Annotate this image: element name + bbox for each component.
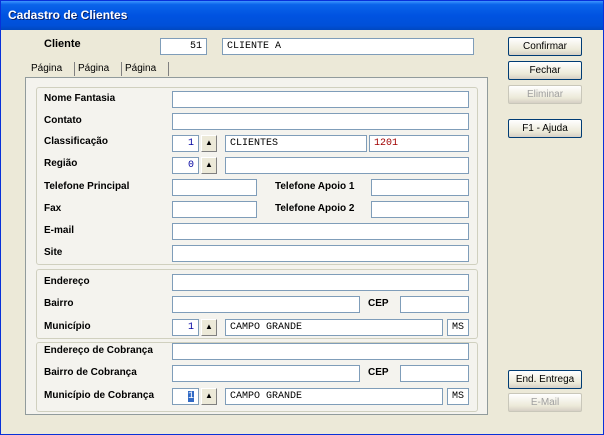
cliente-code-field[interactable]: 51 [160,38,207,55]
classificacao-code-field[interactable]: 1 [172,135,199,152]
window-title: Cadastro de Clientes [8,8,128,22]
ajuda-label: F1 - Ajuda [522,123,568,134]
up-arrow-icon: ▲ [205,160,213,169]
fax-label: Fax [44,203,62,214]
endereco-field[interactable] [172,274,469,291]
regiao-code-field[interactable]: 0 [172,157,199,174]
cadastro-clientes-window: Cadastro de Clientes Cliente 51 CLIENTE … [0,0,604,435]
end-entrega-label: End. Entrega [515,374,575,385]
telefone-apoio2-field[interactable] [371,201,469,218]
tab-separator [168,62,169,76]
municipio-cobranca-label: Município de Cobrança [44,390,155,401]
cep-field[interactable] [400,296,469,313]
email-button-label: E-Mail [530,397,560,408]
end-entrega-button[interactable]: End. Entrega [508,370,582,389]
fechar-button[interactable]: Fechar [508,61,582,80]
title-bar[interactable]: Cadastro de Clientes [1,1,603,30]
tab-pagina-2[interactable]: Página 2 [75,60,112,91]
telefone-apoio1-field[interactable] [371,179,469,196]
regiao-lookup-button[interactable]: ▲ [201,157,217,174]
municipio-code-field[interactable]: 1 [172,319,199,336]
email-label: E-mail [44,225,75,236]
municipio-cobranca-name-field[interactable]: CAMPO GRANDE [225,388,443,405]
municipio-label: Município [44,321,91,332]
telefone-apoio2-label: Telefone Apoio 2 [275,203,355,214]
municipio-name-field[interactable]: CAMPO GRANDE [225,319,443,336]
bairro-cobranca-field[interactable] [172,365,360,382]
telefone-apoio1-label: Telefone Apoio 1 [275,181,355,192]
regiao-name-field[interactable] [225,157,469,174]
classificacao-lookup-button[interactable]: ▲ [201,135,217,152]
site-label: Site [44,247,63,258]
municipio-cobranca-code-value: 1 [187,391,194,402]
contato-field[interactable] [172,113,469,130]
confirmar-button[interactable]: Confirmar [508,37,582,56]
tab-pagina-1[interactable]: Página 1 [28,60,65,91]
email-field[interactable] [172,223,469,240]
up-arrow-icon: ▲ [205,391,213,400]
nome-fantasia-field[interactable] [172,91,469,108]
contato-label: Contato [44,115,82,126]
bairro-cobranca-label: Bairro de Cobrança [44,367,137,378]
municipio-cobranca-lookup-button[interactable]: ▲ [201,388,217,405]
email-button[interactable]: E-Mail [508,393,582,412]
eliminar-label: Eliminar [526,89,564,100]
fechar-label: Fechar [529,65,561,76]
municipio-lookup-button[interactable]: ▲ [201,319,217,336]
eliminar-button[interactable]: Eliminar [508,85,582,104]
endereco-label: Endereço [44,276,90,287]
endereco-cobranca-field[interactable] [172,343,469,360]
classificacao-label: Classificação [44,136,108,147]
classificacao-name-field[interactable]: CLIENTES [225,135,367,152]
classificacao-extra-field[interactable]: 1201 [369,135,469,152]
municipio-uf-field[interactable]: MS [447,319,469,336]
municipio-cobranca-uf-field[interactable]: MS [447,388,469,405]
cliente-name-field[interactable]: CLIENTE A [222,38,474,55]
cep-cobranca-label: CEP [368,367,389,378]
confirmar-label: Confirmar [523,41,567,52]
cep-cobranca-field[interactable] [400,365,469,382]
cep-label: CEP [368,298,389,309]
bairro-field[interactable] [172,296,360,313]
up-arrow-icon: ▲ [205,322,213,331]
tab-pagina-3[interactable]: Página 3 [122,60,159,91]
cliente-label: Cliente [44,38,81,50]
nome-fantasia-label: Nome Fantasia [44,93,116,104]
bairro-label: Bairro [44,298,74,309]
telefone-principal-field[interactable] [172,179,257,196]
up-arrow-icon: ▲ [205,138,213,147]
municipio-cobranca-code-field[interactable]: 1 [172,388,199,405]
ajuda-button[interactable]: F1 - Ajuda [508,119,582,138]
regiao-label: Região [44,158,78,169]
site-field[interactable] [172,245,469,262]
fax-field[interactable] [172,201,257,218]
endereco-cobranca-label: Endereço de Cobrança [44,345,153,356]
telefone-principal-label: Telefone Principal [44,181,130,192]
